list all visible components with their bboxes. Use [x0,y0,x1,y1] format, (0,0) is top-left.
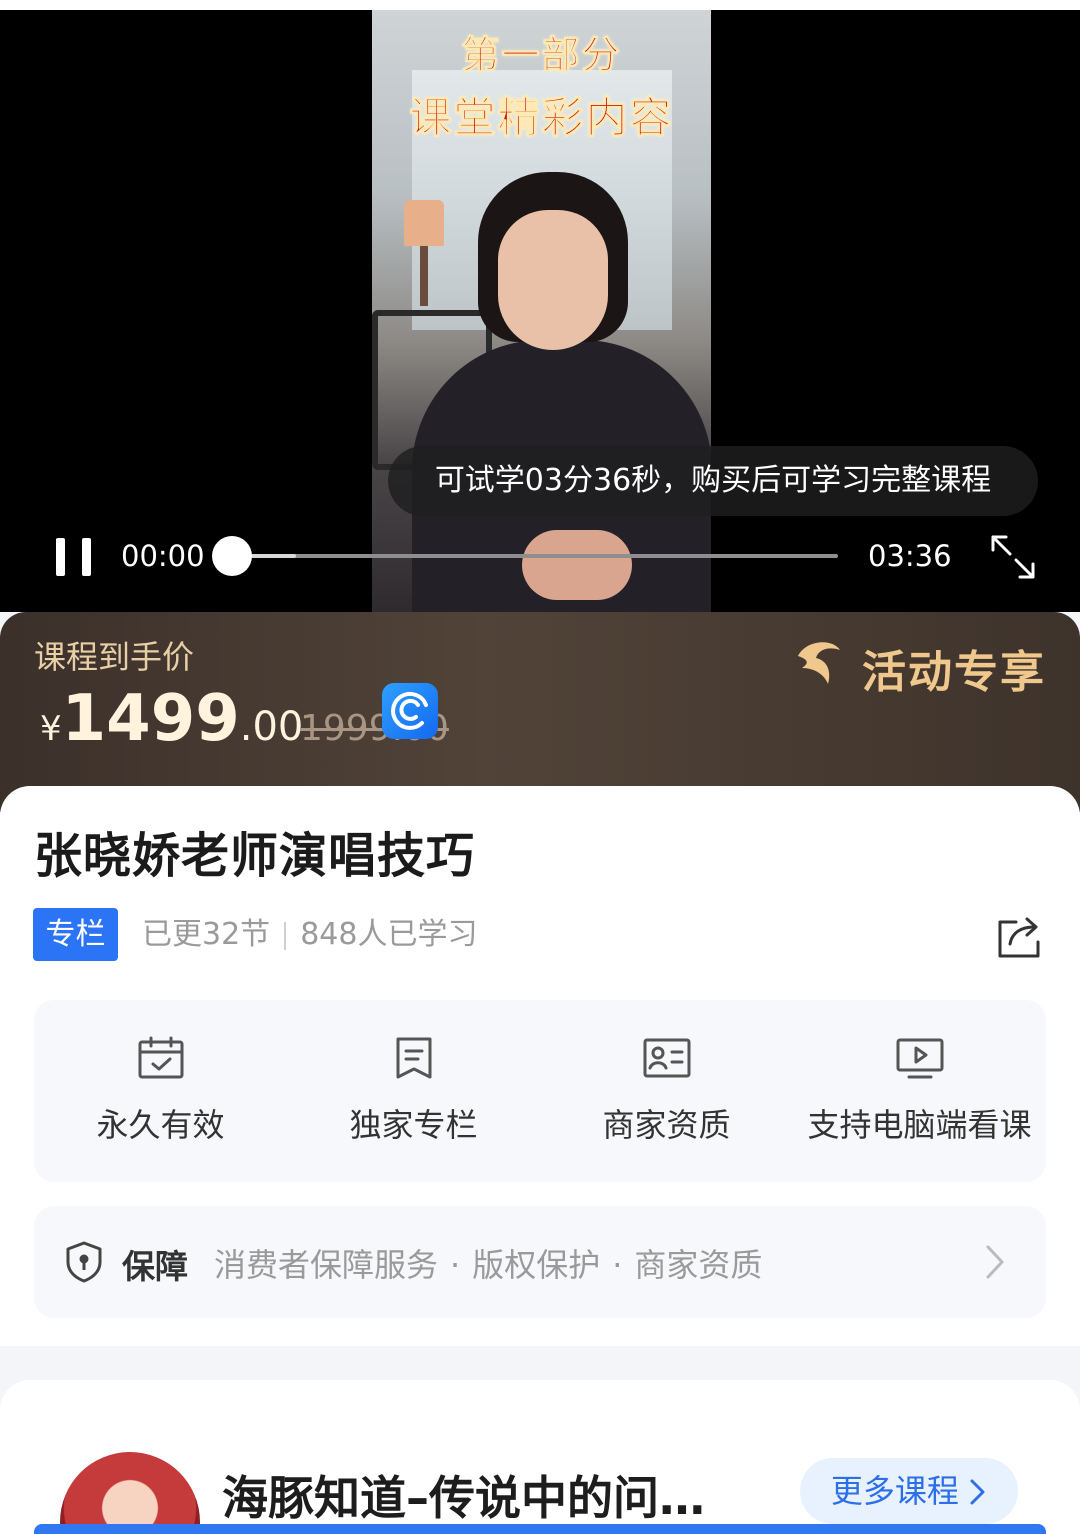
shop-name[interactable]: 海豚知道–传说中的问… [222,1462,705,1528]
video-lamp-stand [420,246,428,306]
feature-label: 永久有效 [96,1106,225,1144]
column-tag: 专栏 [33,908,118,961]
learner-count: 848人已学习 [300,917,478,952]
video-lamp [404,200,444,246]
video-frame[interactable]: 第一部分 课堂精彩内容 [372,10,711,612]
course-info-card: 张晓娇老师演唱技巧 专栏 已更32节 848人已学习 永久有效 独家专栏 商家资… [0,786,1080,1346]
feature-merchant: 商家资质 [540,1000,793,1182]
guarantee-item: 消费者保障服务 [214,1246,439,1284]
calendar-check-icon [138,1036,183,1079]
update-count: 已更32节 [142,917,271,952]
trial-notice: 可试学03分36秒，购买后可学习完整课程 [388,446,1038,516]
document-icon [396,1037,431,1079]
shield-icon [66,1241,102,1283]
progress-handle[interactable] [212,536,252,576]
monitor-play-icon [896,1038,943,1079]
feature-label: 独家专栏 [349,1106,478,1144]
guarantee-separator: · [612,1246,623,1284]
feature-exclusive: 独家专栏 [287,1000,540,1182]
feature-permanent: 永久有效 [34,1000,287,1182]
feature-label: 商家资质 [602,1106,731,1144]
id-card-icon [643,1038,690,1078]
promo-text: 活动专享 [862,647,1046,698]
fullscreen-icon[interactable] [990,534,1036,580]
pause-icon-bar-right [82,538,91,576]
video-overlay-title-2: 课堂精彩内容 [409,93,674,143]
progress-bar[interactable] [232,554,838,558]
feature-strip: 永久有效 独家专栏 商家资质 支持电脑端看课 [34,1000,1046,1182]
share-icon[interactable] [996,914,1044,960]
course-title: 张晓娇老师演唱技巧 [34,828,476,884]
guarantee-items: 消费者保障服务 · 版权保护 · 商家资质 [214,1240,762,1286]
video-overlay-title-1: 第一部分 [461,32,622,78]
pause-button[interactable] [56,538,92,576]
feature-label: 支持电脑端看课 [807,1106,1032,1144]
dolphin-logo-icon [788,634,848,694]
course-stats: 已更32节 848人已学习 [142,914,477,956]
video-person-hands [522,530,632,600]
more-courses-label: 更多课程 [830,1472,959,1510]
guarantee-item: 版权保护 [472,1246,601,1284]
bottom-action-bar[interactable] [34,1524,1046,1534]
guarantee-title: 保障 [122,1247,188,1286]
price-decimal: .00 [239,704,304,750]
guarantee-separator: · [450,1246,461,1284]
price-integer: 1499 [61,682,240,756]
total-time: 03:36 [868,539,952,573]
current-price: ¥1499.00 [40,682,303,756]
feature-pc-view: 支持电脑端看课 [793,1000,1046,1182]
floating-app-icon[interactable] [382,683,438,739]
stats-divider [284,921,287,950]
shop-avatar[interactable] [60,1452,200,1534]
currency-symbol: ¥ [40,709,62,749]
price-banner: 课程到手价 ¥1499.00 1999.00 活动专享 [0,612,1080,812]
more-courses-button[interactable]: 更多课程 [800,1458,1018,1524]
guarantee-row[interactable]: 保障 消费者保障服务 · 版权保护 · 商家资质 [34,1206,1046,1318]
pause-icon-bar-left [56,538,65,576]
status-strip [0,0,1080,10]
video-person-face [498,210,608,350]
video-player[interactable]: 第一部分 课堂精彩内容 可试学03分36秒，购买后可学习完整课程 00:00 0… [0,0,1080,612]
guarantee-item: 商家资质 [634,1246,763,1284]
current-time: 00:00 [121,539,205,573]
chevron-right-icon [986,1245,1004,1279]
chevron-right-icon [970,1479,985,1505]
price-label: 课程到手价 [34,638,195,676]
shop-card: 海豚知道–传说中的问… 更多课程 [0,1380,1080,1534]
